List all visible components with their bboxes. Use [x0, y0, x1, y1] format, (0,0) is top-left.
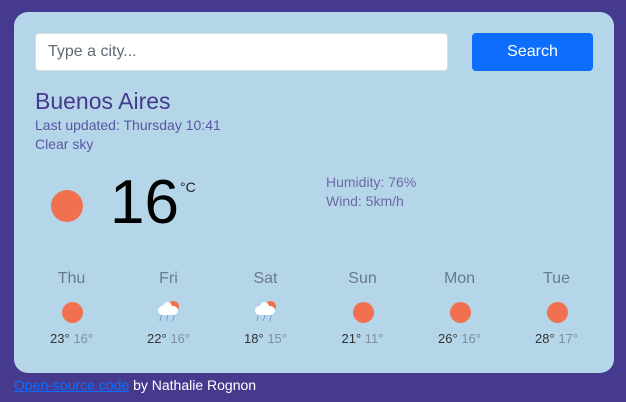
forecast-temperatures: 21° 11° — [314, 331, 411, 347]
forecast-min-temp: 16° — [73, 331, 93, 346]
forecast-day-name: Fri — [159, 270, 178, 287]
wind-speed: Wind: 5km/h — [326, 193, 404, 209]
forecast-max-temp: 26° — [438, 331, 458, 346]
forecast-temperatures: 23° 16° — [23, 331, 120, 347]
weather-card: Search Buenos Aires Last updated: Thursd… — [14, 12, 614, 373]
weather-description: Clear sky — [35, 136, 94, 152]
sun-icon — [545, 301, 569, 323]
sun-icon — [60, 301, 84, 323]
rain-icon: / / / — [157, 301, 181, 323]
current-temperature: 16 — [110, 168, 179, 237]
forecast-min-temp: 16° — [461, 331, 481, 346]
author-credit: by Nathalie Rognon — [129, 377, 257, 393]
sun-icon — [51, 190, 83, 222]
forecast-temperatures: 28° 17° — [508, 331, 605, 347]
sun-icon — [351, 301, 375, 323]
temperature-unit: °C — [180, 179, 196, 195]
forecast-min-temp: 16° — [170, 331, 190, 346]
search-button[interactable]: Search — [472, 33, 593, 71]
forecast-max-temp: 28° — [535, 331, 555, 346]
forecast-day-name: Sun — [348, 270, 377, 287]
forecast-min-temp: 11° — [364, 331, 384, 346]
sun-icon — [448, 301, 472, 323]
forecast-day: Sat / / / 18° 15° — [217, 269, 314, 347]
forecast-day: Fri / / / 22° 16° — [120, 269, 217, 347]
last-updated: Last updated: Thursday 10:41 — [35, 117, 221, 133]
forecast-day-name: Sat — [253, 270, 278, 287]
forecast: Thu 23° 16° Fri / / / 22° 16° Sat / / / … — [23, 269, 605, 359]
forecast-min-temp: 15° — [267, 331, 287, 346]
forecast-day-name: Mon — [443, 270, 476, 287]
city-search-input[interactable] — [35, 33, 448, 71]
forecast-day: Thu 23° 16° — [23, 269, 120, 347]
forecast-temperatures: 26° 16° — [411, 331, 508, 347]
forecast-day-name: Thu — [57, 270, 86, 287]
forecast-temperatures: 18° 15° — [217, 331, 314, 347]
forecast-max-temp: 21° — [341, 331, 362, 346]
forecast-day-name: Tue — [543, 270, 570, 287]
forecast-max-temp: 23° — [50, 331, 70, 346]
source-code-link[interactable]: Open-source code — [14, 377, 129, 393]
forecast-day: Mon 26° 16° — [411, 269, 508, 347]
footer: Open-source code by Nathalie Rognon — [14, 377, 256, 393]
forecast-day: Tue 28° 17° — [508, 269, 605, 347]
forecast-temperatures: 22° 16° — [120, 331, 217, 347]
forecast-max-temp: 18° — [244, 331, 264, 346]
rain-icon: / / / — [254, 301, 278, 323]
forecast-max-temp: 22° — [147, 331, 167, 346]
humidity: Humidity: 76% — [326, 174, 417, 190]
forecast-day: Sun 21° 11° — [314, 269, 411, 347]
forecast-min-temp: 17° — [558, 331, 578, 346]
city-name: Buenos Aires — [35, 88, 171, 114]
